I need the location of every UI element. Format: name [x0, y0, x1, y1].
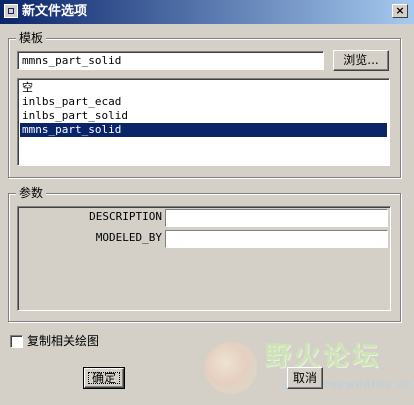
- watermark-logo-icon: [205, 342, 257, 394]
- template-group-legend: 模板: [16, 31, 47, 45]
- list-item[interactable]: inlbs_part_solid: [20, 109, 387, 123]
- ok-button[interactable]: 确定: [83, 367, 125, 389]
- watermark-title: 野火论坛: [265, 342, 382, 372]
- list-item[interactable]: inlbs_part_ecad: [20, 95, 387, 109]
- list-item[interactable]: 空: [20, 81, 387, 95]
- params-group-legend: 参数: [16, 186, 47, 200]
- browse-button[interactable]: 浏览...: [333, 50, 389, 71]
- param-field-modeled-by[interactable]: [165, 230, 388, 248]
- param-label-description: DESCRIPTION: [89, 210, 162, 223]
- close-button[interactable]: ×: [392, 4, 408, 18]
- ok-button-label: 确定: [91, 371, 116, 385]
- template-name-input[interactable]: mmns_part_solid: [17, 51, 324, 70]
- param-field-description[interactable]: [165, 209, 388, 227]
- cancel-button[interactable]: 取消: [287, 367, 323, 389]
- param-label-modeled-by: MODELED_BY: [95, 231, 162, 244]
- template-list[interactable]: 空 inlbs_part_ecad inlbs_part_solid mmns_…: [17, 78, 390, 166]
- copy-drawing-checkbox[interactable]: [10, 335, 23, 348]
- title-bar: 新文件选项 ×: [0, 0, 414, 24]
- copy-drawing-label: 复制相关绘图: [27, 334, 100, 348]
- window-title: 新文件选项: [22, 4, 88, 19]
- app-icon: [4, 4, 18, 18]
- list-item-selected[interactable]: mmns_part_solid: [20, 123, 387, 137]
